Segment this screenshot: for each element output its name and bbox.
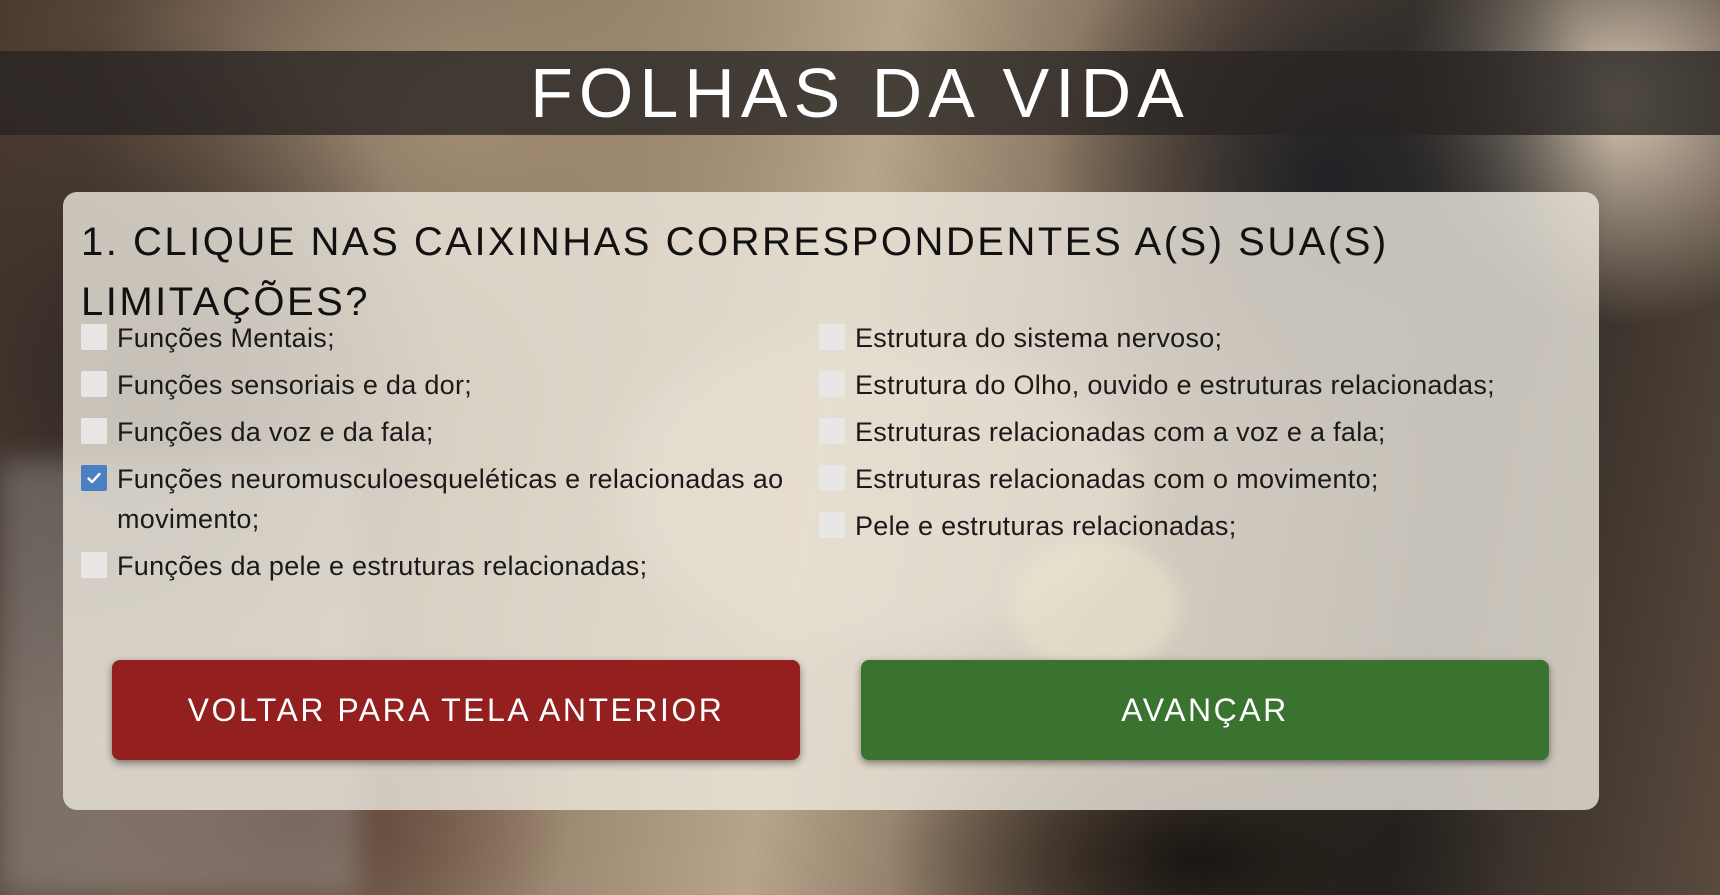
option-funcoes-sensoriais[interactable]: Funções sensoriais e da dor; [81, 369, 809, 405]
option-funcoes-voz-fala[interactable]: Funções da voz e da fala; [81, 416, 809, 452]
checkbox[interactable] [819, 465, 845, 491]
option-label: Estruturas relacionadas com o movimento; [855, 464, 1379, 494]
checkbox[interactable] [81, 552, 107, 578]
checkbox-checked[interactable] [81, 465, 107, 491]
back-button[interactable]: VOLTAR PARA TELA ANTERIOR [112, 660, 800, 760]
option-label: Funções da voz e da fala; [117, 417, 434, 447]
options-right-column: Estrutura do sistema nervoso; Estrutura … [819, 322, 1554, 557]
option-estruturas-voz-fala[interactable]: Estruturas relacionadas com a voz e a fa… [819, 416, 1554, 452]
app-title: FOLHAS DA VIDA [530, 54, 1190, 132]
option-estrutura-olho-ouvido[interactable]: Estrutura do Olho, ouvido e estruturas r… [819, 369, 1554, 405]
checkbox[interactable] [819, 371, 845, 397]
check-icon [87, 472, 101, 484]
option-label: Funções da pele e estruturas relacionada… [117, 551, 648, 581]
option-funcoes-pele[interactable]: Funções da pele e estruturas relacionada… [81, 550, 809, 586]
checkbox[interactable] [819, 324, 845, 350]
option-funcoes-neuromusculoesqueleticas[interactable]: Funções neuromusculoesqueléticas e relac… [81, 463, 809, 539]
checkbox[interactable] [81, 324, 107, 350]
option-label: Estruturas relacionadas com a voz e a fa… [855, 417, 1386, 447]
option-funcoes-mentais[interactable]: Funções Mentais; [81, 322, 809, 358]
checkbox[interactable] [81, 371, 107, 397]
question-text: 1. CLIQUE NAS CAIXINHAS CORRESPONDENTES … [81, 220, 1389, 324]
option-estrutura-sistema-nervoso[interactable]: Estrutura do sistema nervoso; [819, 322, 1554, 358]
title-bar: FOLHAS DA VIDA [0, 51, 1720, 135]
option-label: Funções sensoriais e da dor; [117, 370, 473, 400]
checkbox[interactable] [81, 418, 107, 444]
checkbox[interactable] [819, 512, 845, 538]
checkbox[interactable] [819, 418, 845, 444]
option-label: Estrutura do Olho, ouvido e estruturas r… [855, 370, 1495, 400]
option-label: Estrutura do sistema nervoso; [855, 323, 1223, 353]
option-label: Pele e estruturas relacionadas; [855, 511, 1237, 541]
option-label: Funções neuromusculoesqueléticas e relac… [117, 464, 784, 534]
options-left-column: Funções Mentais; Funções sensoriais e da… [81, 322, 809, 597]
question-panel: 1. CLIQUE NAS CAIXINHAS CORRESPONDENTES … [63, 192, 1599, 810]
option-label: Funções Mentais; [117, 323, 335, 353]
option-estruturas-movimento[interactable]: Estruturas relacionadas com o movimento; [819, 463, 1554, 499]
next-button[interactable]: AVANÇAR [861, 660, 1549, 760]
option-pele-estruturas[interactable]: Pele e estruturas relacionadas; [819, 510, 1554, 546]
